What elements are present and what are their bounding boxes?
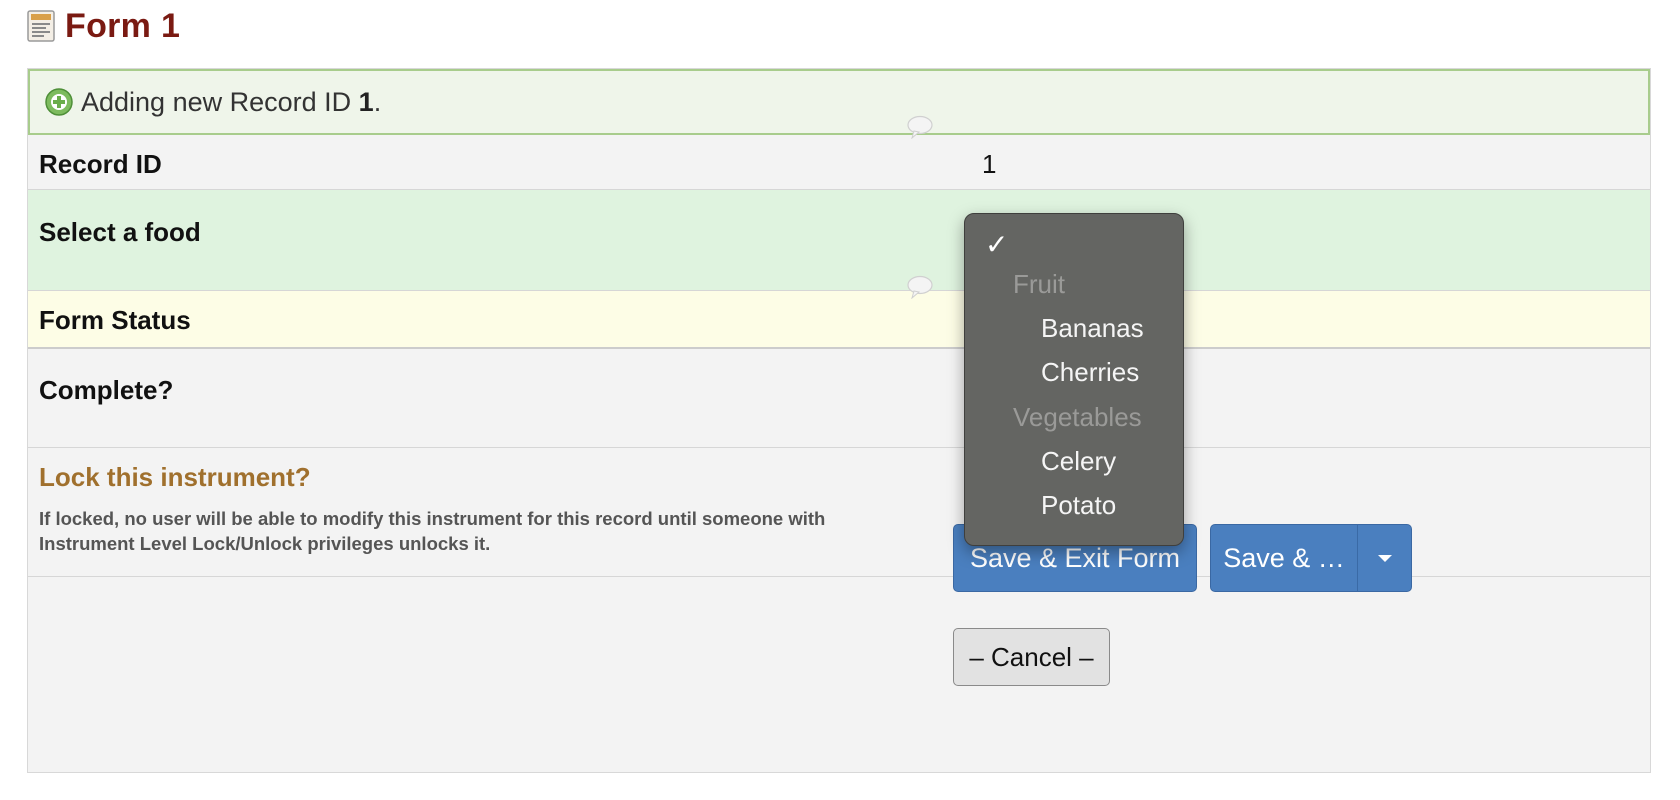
dropdown-option-cherries[interactable]: Cherries	[1041, 357, 1139, 388]
dropdown-group-vegetables: Vegetables	[1013, 402, 1142, 432]
page-header: Form 1	[27, 6, 180, 46]
data-entry-form: Adding new Record ID 1. Record ID 1 Sele…	[27, 68, 1651, 773]
food-row: Select a food	[28, 190, 1650, 291]
record-id-label: Record ID	[39, 149, 162, 179]
plus-circle-icon	[45, 88, 73, 116]
record-notice: Adding new Record ID 1.	[28, 69, 1650, 135]
dropdown-group-fruit: Fruit	[1013, 269, 1065, 299]
complete-row: Complete?	[28, 349, 1650, 448]
dropdown-option-potato[interactable]: Potato	[1041, 490, 1116, 521]
save-options-dropdown-toggle[interactable]	[1357, 524, 1412, 592]
lock-description: If locked, no user will be able to modif…	[39, 508, 826, 554]
notice-text: Adding new Record ID 1.	[81, 87, 381, 118]
cancel-button[interactable]: – Cancel –	[953, 628, 1110, 686]
record-id-row: Record ID 1	[28, 135, 1650, 190]
form-status-row: Form Status	[28, 291, 1650, 349]
save-options-button[interactable]: Save & …	[1210, 524, 1358, 592]
dropdown-option-bananas[interactable]: Bananas	[1041, 313, 1144, 344]
complete-label: Complete?	[39, 375, 174, 405]
dropdown-empty-option[interactable]: ✓	[985, 228, 1008, 261]
page-title: Form 1	[65, 6, 181, 45]
notice-suffix: .	[373, 86, 382, 117]
field-comment-icon[interactable]	[906, 115, 934, 139]
dropdown-option-celery[interactable]: Celery	[1041, 446, 1116, 477]
lock-title: Lock this instrument?	[39, 462, 311, 492]
form-icon	[27, 10, 55, 42]
form-status-label: Form Status	[39, 305, 191, 335]
notice-prefix: Adding new Record ID	[81, 86, 359, 117]
food-label: Select a food	[39, 217, 201, 247]
record-id-value: 1	[982, 149, 997, 179]
food-select-dropdown[interactable]: ✓ Fruit Bananas Cherries Vegetables Cele…	[964, 213, 1184, 546]
form-actions-row	[28, 577, 1650, 772]
page: Form 1 Adding new Record ID 1. Record ID…	[0, 0, 1680, 800]
notice-record-id: 1	[358, 86, 374, 117]
field-comment-icon[interactable]	[906, 275, 934, 299]
caret-down-icon	[1377, 554, 1392, 562]
